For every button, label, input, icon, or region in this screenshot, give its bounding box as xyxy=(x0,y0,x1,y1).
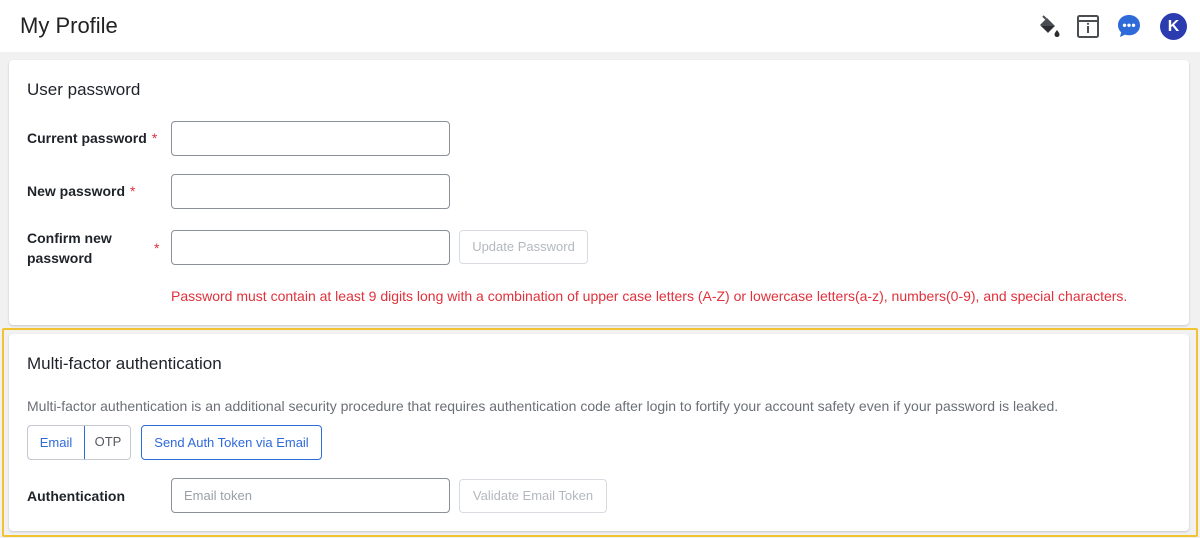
required-marker: * xyxy=(151,130,158,146)
top-bar: My Profile K xyxy=(0,0,1200,52)
avatar[interactable]: K xyxy=(1160,13,1187,40)
method-email-option[interactable]: Email xyxy=(28,426,85,459)
required-marker: * xyxy=(154,240,160,256)
mfa-description: Multi-factor authentication is an additi… xyxy=(27,398,1059,414)
send-auth-token-button[interactable]: Send Auth Token via Email xyxy=(141,425,322,460)
user-password-title: User password xyxy=(27,80,141,99)
email-token-field[interactable] xyxy=(171,478,450,513)
mfa-title: Multi-factor authentication xyxy=(27,354,222,373)
authentication-label: Authentication xyxy=(27,488,125,504)
paint-bucket-icon[interactable] xyxy=(1034,12,1062,40)
confirm-password-field[interactable] xyxy=(171,230,450,265)
method-otp-option[interactable]: OTP xyxy=(85,426,130,459)
user-password-card: User password Current password * New pass… xyxy=(9,60,1189,325)
new-password-label: New password * xyxy=(27,183,135,199)
update-password-button[interactable]: Update Password xyxy=(459,230,588,264)
confirm-password-label: Confirm new password xyxy=(27,230,112,266)
chat-bubble-icon[interactable] xyxy=(1115,12,1143,40)
page-title: My Profile xyxy=(20,13,118,38)
required-marker: * xyxy=(130,183,136,199)
current-password-field[interactable] xyxy=(171,121,450,156)
validate-email-token-button[interactable]: Validate Email Token xyxy=(459,479,607,513)
mfa-method-toggle: Email OTP xyxy=(27,425,131,460)
mfa-card: Multi-factor authentication Multi-factor… xyxy=(9,334,1189,531)
password-hint: Password must contain at least 9 digits … xyxy=(171,288,1128,304)
current-password-label: Current password * xyxy=(27,130,157,146)
new-password-field[interactable] xyxy=(171,174,450,209)
new-password-label-text: New password xyxy=(27,183,126,199)
info-panel-icon[interactable] xyxy=(1074,12,1102,40)
current-password-label-text: Current password xyxy=(27,130,147,146)
